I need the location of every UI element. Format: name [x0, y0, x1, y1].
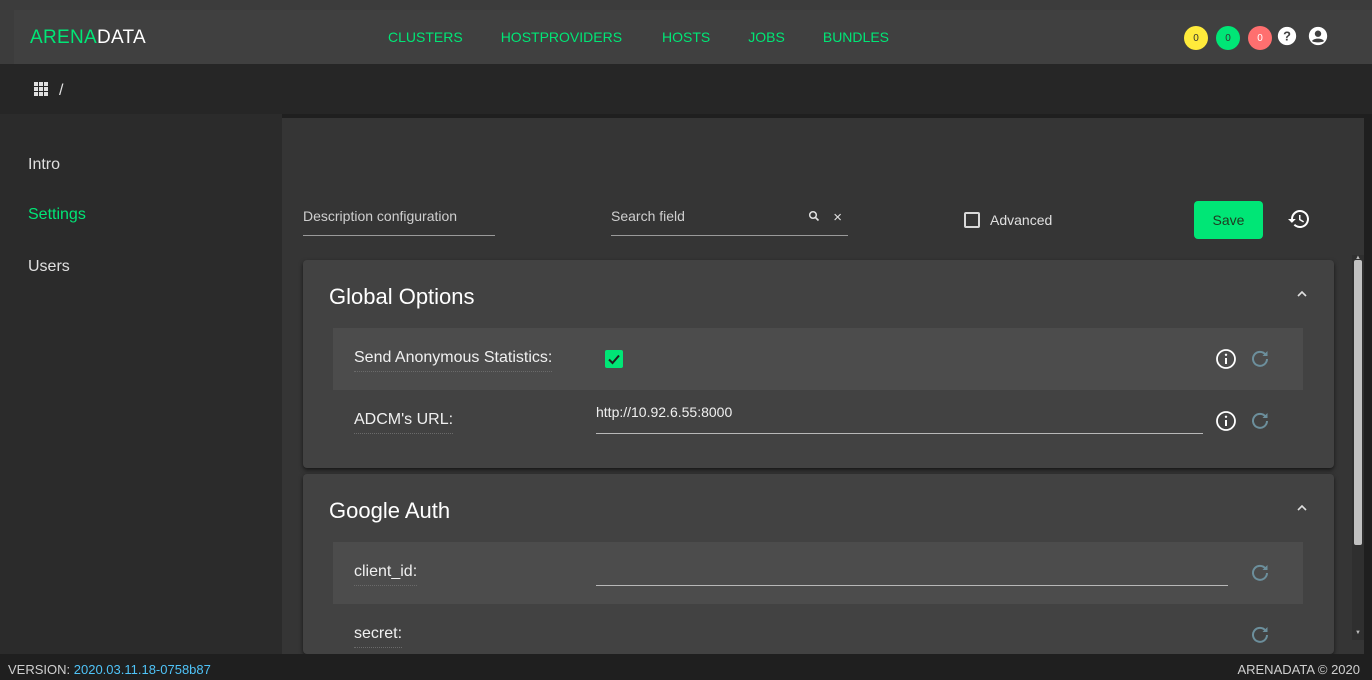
chevron-up-icon[interactable]: [1296, 502, 1308, 514]
settings-content: Description configuration Search field ×…: [282, 118, 1364, 654]
version-info: VERSION: 2020.03.11.18-0758b87: [8, 662, 211, 677]
svg-text:?: ?: [1283, 29, 1291, 44]
scrollbar-thumb[interactable]: [1354, 260, 1362, 545]
top-app-bar: ARENADATA CLUSTERS HOSTPROVIDERS HOSTS J…: [0, 0, 1372, 64]
send-statistics-checkbox[interactable]: [605, 350, 623, 368]
nav-bundles[interactable]: BUNDLES: [823, 29, 889, 45]
description-configuration-field[interactable]: Description configuration: [303, 208, 495, 236]
reset-icon[interactable]: [1249, 562, 1271, 584]
copyright: ARENADATA © 2020: [1237, 662, 1360, 677]
search-field[interactable]: Search field ×: [611, 208, 848, 236]
client-id-input[interactable]: [596, 556, 1228, 586]
scroll-up-icon[interactable]: ▲: [1355, 255, 1361, 261]
config-row-adcm-url: ADCM's URL: http://10.92.6.55:8000: [333, 390, 1303, 452]
breadcrumb: /: [0, 64, 1372, 114]
running-jobs-badge[interactable]: 0: [1184, 26, 1208, 50]
arenadata-logo[interactable]: ARENADATA: [30, 27, 146, 49]
field-label: secret:: [354, 625, 403, 648]
advanced-checkbox[interactable]: Advanced: [964, 212, 1052, 228]
panel-google-auth: Google Auth client_id: secret:: [303, 474, 1334, 654]
apps-grid-icon[interactable]: [34, 82, 48, 96]
main-nav: CLUSTERS HOSTPROVIDERS HOSTS JOBS BUNDLE…: [388, 29, 927, 45]
nav-hosts[interactable]: HOSTS: [662, 29, 710, 45]
nav-clusters[interactable]: CLUSTERS: [388, 29, 463, 45]
field-label: client_id:: [354, 563, 418, 586]
info-icon[interactable]: [1215, 348, 1237, 370]
help-icon[interactable]: ?: [1276, 25, 1298, 47]
version-link[interactable]: 2020.03.11.18-0758b87: [74, 662, 211, 677]
panel-global-options: Global Options Send Anonymous Statistics…: [303, 260, 1334, 468]
clear-search-icon[interactable]: ×: [833, 209, 842, 226]
field-label: ADCM's URL:: [354, 411, 454, 434]
sidebar-item-intro[interactable]: Intro: [28, 156, 60, 174]
nav-jobs[interactable]: JOBS: [748, 29, 785, 45]
config-row-secret: secret:: [333, 604, 1303, 654]
panel-title[interactable]: Google Auth: [329, 498, 450, 524]
job-status-badges: 0 0 0: [1184, 26, 1272, 50]
footer: VERSION: 2020.03.11.18-0758b87 ARENADATA…: [0, 654, 1372, 680]
scroll-down-icon[interactable]: ▼: [1355, 630, 1361, 636]
checkmark-icon: [608, 354, 620, 365]
reset-icon[interactable]: [1249, 410, 1271, 432]
advanced-checkbox-box[interactable]: [964, 212, 980, 228]
breadcrumb-separator: /: [59, 82, 64, 99]
sidebar-item-settings[interactable]: Settings: [28, 206, 86, 224]
field-label: Send Anonymous Statistics:: [354, 349, 553, 372]
info-icon[interactable]: [1215, 410, 1237, 432]
reset-icon[interactable]: [1249, 348, 1271, 370]
failed-jobs-badge[interactable]: 0: [1248, 26, 1272, 50]
sidebar-item-users[interactable]: Users: [28, 258, 70, 276]
history-icon[interactable]: [1287, 207, 1311, 231]
left-sidebar: Intro Settings Users: [0, 114, 282, 654]
nav-hostproviders[interactable]: HOSTPROVIDERS: [501, 29, 622, 45]
search-icon[interactable]: [808, 210, 820, 222]
config-row-send-statistics: Send Anonymous Statistics:: [333, 328, 1303, 390]
chevron-up-icon[interactable]: [1296, 288, 1308, 300]
save-button[interactable]: Save: [1194, 201, 1263, 239]
success-jobs-badge[interactable]: 0: [1216, 26, 1240, 50]
config-row-client-id: client_id:: [333, 542, 1303, 604]
account-icon[interactable]: [1307, 25, 1329, 47]
panel-title[interactable]: Global Options: [329, 284, 475, 310]
adcm-url-input[interactable]: http://10.92.6.55:8000: [596, 404, 1203, 434]
reset-icon[interactable]: [1249, 624, 1271, 646]
top-app-bar-inner: ARENADATA CLUSTERS HOSTPROVIDERS HOSTS J…: [14, 10, 1372, 64]
